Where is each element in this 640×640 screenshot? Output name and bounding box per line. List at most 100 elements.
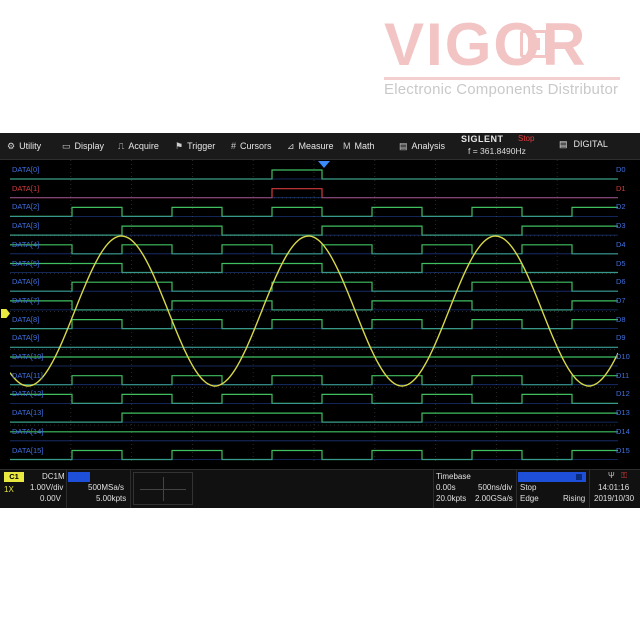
menu-display-label: Display: [74, 141, 105, 151]
digital-channel-label[interactable]: DATA[6]: [12, 277, 39, 286]
digital-channel-label[interactable]: DATA[1]: [12, 184, 39, 193]
timebase-delay: 0.00s: [436, 483, 456, 492]
ch1-probe: 1X: [4, 485, 14, 494]
menu-analysis-label: Analysis: [411, 141, 446, 151]
digital-channel-id: D6: [616, 277, 626, 287]
digital-channel-label[interactable]: DATA[10]: [12, 352, 43, 361]
divider: [589, 470, 590, 508]
digital-channel-id: D9: [616, 333, 626, 343]
menu-measure-label: Measure: [298, 141, 334, 151]
ch1-scale: 1.00V/div: [30, 483, 64, 492]
timebase-points: 20.0kpts: [436, 494, 467, 503]
digital-channel-label[interactable]: DATA[7]: [12, 296, 39, 305]
menu-utility[interactable]: ⚙ Utility: [7, 139, 41, 153]
trigger-type: Edge: [520, 494, 539, 503]
ch1-tag[interactable]: C1: [4, 472, 24, 482]
digital-channel-id: D12: [616, 389, 630, 399]
oscilloscope-screen: ⚙ Utility ▭ Display ⎍ Acquire ⚑ Trigger # Cur…: [0, 133, 640, 508]
digital-channel-label[interactable]: DATA[15]: [12, 446, 43, 455]
digital-channel-label[interactable]: DATA[3]: [12, 221, 39, 230]
digital-channel-label[interactable]: DATA[11]: [12, 371, 43, 380]
analysis-icon: ▤: [399, 140, 408, 151]
divider: [433, 470, 434, 508]
menu-math[interactable]: M Math: [343, 139, 375, 153]
chip-logo-icon: [520, 30, 548, 58]
siglent-brand: SIGLENT: [461, 134, 504, 144]
timebase-title: Timebase: [436, 472, 471, 481]
digital-channel-id: D11: [616, 370, 630, 380]
ch1-offset-marker[interactable]: [1, 309, 10, 318]
gear-icon: ⚙: [7, 140, 16, 151]
digital-label: DIGITAL: [573, 139, 608, 149]
digital-trace: [10, 393, 618, 404]
flag-icon: ⚑: [175, 140, 184, 151]
digital-channel-id: D2: [616, 202, 626, 212]
waveform-icon: ⎍: [118, 140, 125, 151]
run-status[interactable]: Stop: [518, 134, 534, 143]
digital-channel-id: D1: [616, 183, 626, 193]
digital-channel-label[interactable]: DATA[12]: [12, 389, 43, 398]
timebase-scale: 500ns/div: [478, 483, 513, 492]
frequency-readout: f = 361.8490Hz: [468, 146, 526, 156]
digital-channel-id: D7: [616, 295, 626, 305]
clock-date: 2019/10/30: [594, 494, 635, 503]
brand-tagline: Electronic Components Distributor: [384, 81, 619, 98]
menu-cursors[interactable]: # Cursors: [231, 139, 272, 153]
usb-icon: Ψ: [608, 471, 615, 480]
digital-channel-id: D10: [616, 352, 630, 361]
digital-channel-id: D5: [616, 258, 626, 268]
digital-channel-label[interactable]: DATA[14]: [12, 427, 43, 436]
digital-trace: [10, 169, 618, 180]
brand-logo-text: VIGOR: [384, 11, 588, 78]
digital-trace: [10, 225, 618, 236]
menu-trigger[interactable]: ⚑ Trigger: [175, 139, 215, 153]
trigger-tag[interactable]: [518, 472, 586, 482]
digital-channel-label[interactable]: DATA[4]: [12, 240, 39, 249]
channel-preview: [133, 472, 193, 505]
digital-channel-label[interactable]: DATA[5]: [12, 259, 39, 268]
menu-acquire[interactable]: ⎍ Acquire: [118, 139, 159, 153]
digital-trace: [10, 281, 618, 292]
timebase-sample-rate: 2.00GSa/s: [475, 494, 513, 503]
digital-channel-label[interactable]: DATA[8]: [12, 315, 39, 324]
ch1-offset: 0.00V: [40, 494, 61, 503]
status-bar: C1 DC1M 1X 1.00V/div 0.00V 500MSa/s 5.00…: [0, 469, 640, 508]
menu-analysis[interactable]: ▤ Analysis: [399, 139, 445, 153]
measure-icon: ⊿: [287, 140, 295, 151]
menu-math-label: Math: [354, 141, 375, 151]
digital-channel-id: D3: [616, 221, 626, 231]
digital-icon: ▤: [559, 139, 568, 149]
menu-bar: ⚙ Utility ▭ Display ⎍ Acquire ⚑ Trigger # Cur…: [0, 133, 640, 160]
digital-channel-id: D14: [616, 426, 630, 436]
digital-trace: [10, 449, 618, 461]
clock-time: 14:01:16: [598, 483, 630, 492]
menu-acquire-label: Acquire: [128, 141, 159, 151]
divider: [66, 470, 67, 508]
menu-cursors-label: Cursors: [240, 141, 272, 151]
menu-display[interactable]: ▭ Display: [62, 139, 104, 153]
logo-divider: [384, 77, 620, 80]
digital-tag[interactable]: [68, 472, 90, 482]
monitor-icon: ▭: [62, 140, 71, 151]
divider: [516, 470, 517, 508]
lock-icon: ⚿: [621, 471, 628, 480]
menu-trigger-label: Trigger: [187, 141, 216, 151]
cursor-grid-icon: #: [231, 141, 237, 151]
menu-utility-label: Utility: [19, 141, 42, 151]
menu-measure[interactable]: ⊿ Measure: [287, 139, 334, 153]
digital-channel-label[interactable]: DATA[13]: [12, 408, 43, 417]
digital-channel-id: D15: [616, 445, 630, 455]
trigger-slope: Rising: [563, 494, 586, 503]
trigger-position-marker[interactable]: [318, 161, 330, 168]
divider: [130, 470, 131, 508]
digital-channel-id: D8: [616, 314, 626, 324]
digital-channel-label[interactable]: DATA[2]: [12, 202, 39, 211]
digital-channel-label[interactable]: DATA[9]: [12, 333, 39, 342]
digital-channel-id: D4: [616, 239, 626, 249]
digital-sample-rate: 500MSa/s: [88, 483, 125, 492]
trigger-state: Stop: [520, 483, 537, 492]
digital-channel-label[interactable]: DATA[0]: [12, 165, 39, 174]
digital-channel-id: D13: [616, 408, 630, 418]
digital-channel-id: D0: [616, 165, 626, 174]
digital-button[interactable]: ▤ DIGITAL: [559, 139, 608, 150]
